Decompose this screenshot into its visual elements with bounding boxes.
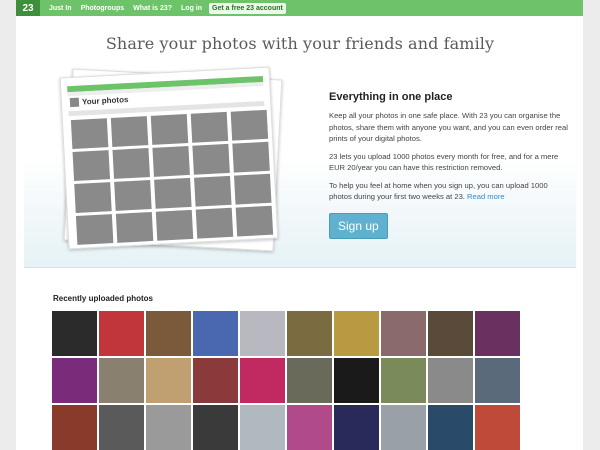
preview-photo <box>74 182 112 213</box>
read-more-link[interactable]: Read more <box>467 192 505 201</box>
recent-photo-thumb[interactable] <box>475 358 520 403</box>
recent-photo-thumb[interactable] <box>475 405 520 450</box>
recent-photo-thumb[interactable] <box>475 311 520 356</box>
preview-photo <box>70 118 109 150</box>
hero-section: Share your photos with your friends and … <box>24 16 576 268</box>
recent-photo-thumb[interactable] <box>428 311 473 356</box>
recent-photo-thumb[interactable] <box>146 358 191 403</box>
preview-photo <box>194 175 232 207</box>
recent-photo-thumb[interactable] <box>52 358 97 403</box>
preview-photo <box>154 177 192 209</box>
preview-photo <box>232 141 270 173</box>
preview-photo <box>150 114 189 145</box>
feature-panel: Everything in one place Keep all your ph… <box>329 91 569 239</box>
sign-up-button[interactable]: Sign up <box>329 212 388 239</box>
get-free-account-button[interactable]: Get a free 23 account <box>209 2 286 14</box>
preview-photo-grid <box>70 109 274 245</box>
page-content: Share your photos with your friends and … <box>16 16 583 450</box>
preview-title: Your photos <box>69 95 129 108</box>
preview-photo <box>155 209 194 241</box>
site-logo[interactable]: 23 <box>16 0 40 16</box>
recent-photo-thumb[interactable] <box>99 405 144 450</box>
recent-photo-thumb[interactable] <box>193 311 238 356</box>
preview-title-text: Your photos <box>81 95 129 107</box>
recent-photo-thumb[interactable] <box>287 311 332 356</box>
preview-photo <box>112 148 150 179</box>
feature-paragraph-3: To help you feel at home when you sign u… <box>329 180 569 203</box>
nav-log-in[interactable]: Log in <box>181 5 202 12</box>
feature-title: Everything in one place <box>329 91 453 103</box>
recent-photo-thumb[interactable] <box>240 311 285 356</box>
recent-photo-thumb[interactable] <box>287 405 332 450</box>
screenshot-preview: Your photos <box>59 66 283 252</box>
recent-photo-thumb[interactable] <box>334 405 379 450</box>
feature-paragraph-2: 23 lets you upload 1000 photos every mon… <box>329 151 559 173</box>
recent-photo-thumb[interactable] <box>99 311 144 356</box>
preview-photo <box>72 150 111 181</box>
preview-avatar <box>69 97 80 108</box>
recent-photo-thumb[interactable] <box>240 358 285 403</box>
preview-photo <box>152 145 190 177</box>
nav-just-in[interactable]: Just In <box>49 5 72 12</box>
recent-photo-thumb[interactable] <box>381 405 426 450</box>
preview-photo <box>195 207 234 239</box>
preview-sheet-front: Your photos <box>59 66 279 250</box>
recent-photo-thumb[interactable] <box>240 405 285 450</box>
recent-photo-thumb[interactable] <box>193 405 238 450</box>
recent-photo-thumb[interactable] <box>381 311 426 356</box>
hero-headline: Share your photos with your friends and … <box>105 34 495 53</box>
nav-photogroups[interactable]: Photogroups <box>81 5 125 12</box>
recent-photo-thumb[interactable] <box>428 358 473 403</box>
recent-photo-thumb[interactable] <box>146 311 191 356</box>
preview-photo <box>234 173 272 205</box>
recent-photos-heading: Recently uploaded photos <box>53 294 154 303</box>
recent-photo-thumb[interactable] <box>428 405 473 450</box>
preview-photo <box>115 211 154 243</box>
preview-photo <box>190 111 229 143</box>
recent-photo-thumb[interactable] <box>334 358 379 403</box>
recent-photo-thumb[interactable] <box>381 358 426 403</box>
preview-photo <box>230 109 269 141</box>
nav-what-is-23[interactable]: What is 23? <box>133 5 172 12</box>
recent-photo-thumb[interactable] <box>334 311 379 356</box>
top-nav-bar: 23 Just In Photogroups What is 23? Log i… <box>16 0 583 16</box>
recent-photo-thumb[interactable] <box>52 311 97 356</box>
recent-photo-thumb[interactable] <box>52 405 97 450</box>
recent-photos-grid <box>52 311 520 450</box>
recent-photo-thumb[interactable] <box>193 358 238 403</box>
preview-photo <box>114 180 152 211</box>
preview-photo <box>235 205 274 237</box>
recent-photo-thumb[interactable] <box>146 405 191 450</box>
recent-photo-thumb[interactable] <box>99 358 144 403</box>
feature-paragraph-3-text: To help you feel at home when you sign u… <box>329 180 548 202</box>
feature-paragraph-1: Keep all your photos in one safe place. … <box>329 111 568 143</box>
preview-photo <box>75 214 114 245</box>
recent-photo-thumb[interactable] <box>287 358 332 403</box>
preview-photo <box>192 143 230 175</box>
preview-photo <box>110 116 149 147</box>
